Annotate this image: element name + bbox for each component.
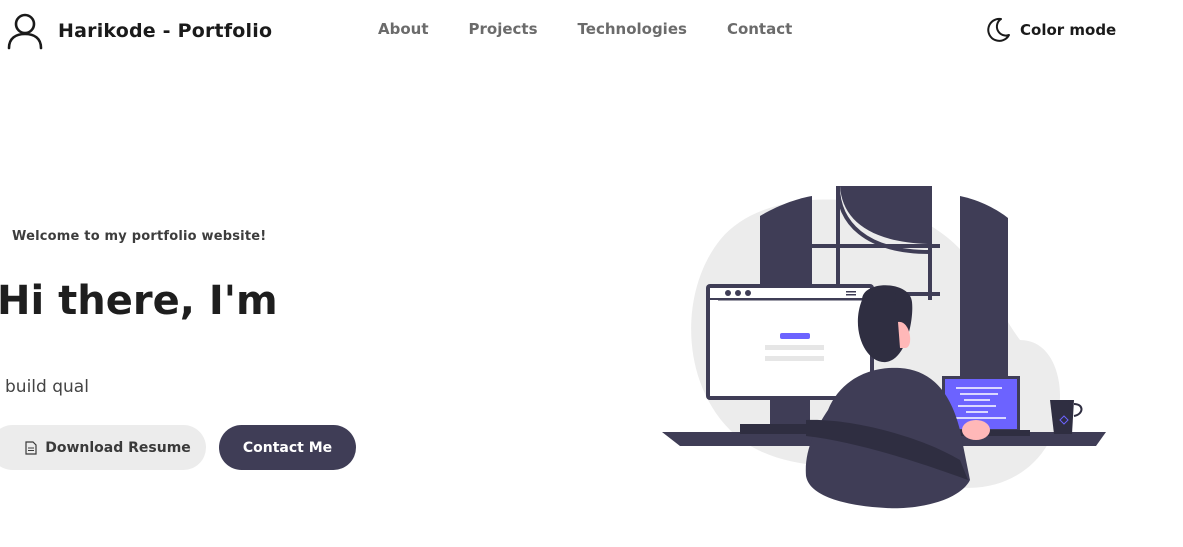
nav-link-technologies[interactable]: Technologies — [578, 20, 687, 38]
color-mode-toggle[interactable]: Color mode — [984, 16, 1116, 44]
hero-title: Hi there, I'm — [0, 278, 278, 324]
nav-link-about[interactable]: About — [378, 20, 429, 38]
download-resume-label: Download Resume — [45, 439, 191, 456]
typed-text: build qual — [5, 377, 89, 397]
nav-link-projects[interactable]: Projects — [469, 20, 538, 38]
user-icon — [7, 13, 43, 50]
welcome-text: Welcome to my portfolio website! — [12, 229, 267, 244]
moon-icon — [987, 17, 1010, 42]
brand-name: Harikode - Portfolio — [58, 20, 273, 42]
nav-link-contact[interactable]: Contact — [727, 20, 792, 38]
color-mode-label: Color mode — [1020, 21, 1117, 39]
page: Harikode - Portfolio About Projects Tech… — [0, 0, 1183, 547]
contact-me-button[interactable]: Contact Me — [219, 425, 356, 470]
developer-illustration — [662, 185, 1106, 509]
navbar: Harikode - Portfolio About Projects Tech… — [0, 0, 1183, 64]
download-resume-button[interactable]: Download Resume — [0, 425, 206, 470]
brand[interactable]: Harikode - Portfolio — [6, 12, 272, 50]
contact-me-label: Contact Me — [242, 439, 333, 456]
document-icon — [25, 440, 37, 455]
nav-links: About Projects Technologies Contact — [378, 20, 832, 38]
